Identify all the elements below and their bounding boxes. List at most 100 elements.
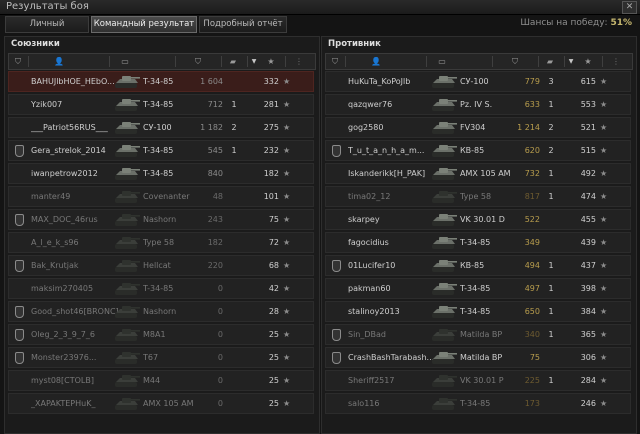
xp-value: 340: [524, 330, 540, 339]
star-icon: ★: [283, 376, 291, 385]
player-row[interactable]: fagocidius T-34-85 349 439 ★: [325, 232, 631, 253]
xp-value: 712: [207, 100, 223, 109]
player-row[interactable]: salo116 T-34-85 173 246 ★: [325, 393, 631, 414]
player-column-icon[interactable]: 👤: [29, 55, 89, 68]
platoon-badge-icon: [15, 352, 24, 364]
star-icon: ★: [600, 284, 608, 293]
player-row[interactable]: T_u_t_a_n_h_a_m... КВ-85 620 2 515 ★: [325, 140, 631, 161]
xp-value: 494: [524, 261, 540, 270]
player-column-icon[interactable]: 👤: [346, 55, 406, 68]
tank-icon: [113, 234, 141, 251]
player-row[interactable]: Iskanderikk[H_PAK] AMX 105 AM 732 1 492 ★: [325, 163, 631, 184]
kills-value: 2: [548, 123, 554, 132]
platoon-badge-icon: [15, 145, 24, 157]
score-value: 332: [263, 77, 279, 86]
score-value: 28: [268, 307, 279, 316]
xp-column-icon[interactable]: ⛉: [177, 55, 219, 68]
star-icon: ★: [600, 100, 608, 109]
tank-icon: [430, 395, 458, 412]
player-row[interactable]: MAX_DOC_46rus Nashorn 243 75 ★: [8, 209, 314, 230]
xp-value: 0: [217, 330, 223, 339]
player-row[interactable]: BAHUJlbHOE_HEbO... T-34-85 1 604 332 ★: [8, 71, 314, 92]
kills-value: 1: [548, 192, 554, 201]
tank-icon: [113, 211, 141, 228]
tank-icon: [430, 188, 458, 205]
sort-arrow-icon[interactable]: ▼: [247, 55, 261, 68]
vehicle-column-icon[interactable]: ▭: [427, 55, 457, 68]
player-row[interactable]: gog2580 FV304 1 214 2 521 ★: [325, 117, 631, 138]
scroll-column-icon[interactable]: ⋮: [289, 55, 309, 68]
player-row[interactable]: A_l_e_k_s96 Type 58 182 72 ★: [8, 232, 314, 253]
player-row[interactable]: myst08[CTOLB] M44 0 25 ★: [8, 370, 314, 391]
player-row[interactable]: CrashBashTarabash... Matilda BP 75 306 ★: [325, 347, 631, 368]
star-icon: ★: [283, 261, 291, 270]
player-row[interactable]: Monster23976... T67 0 25 ★: [8, 347, 314, 368]
player-row[interactable]: _XAPAKTEPHuK_ AMX 105 AM 0 25 ★: [8, 393, 314, 414]
player-row[interactable]: pakman60 T-34-85 497 1 398 ★: [325, 278, 631, 299]
star-icon: ★: [283, 330, 291, 339]
player-row[interactable]: iwanpetrow2012 T-34-85 840 182 ★: [8, 163, 314, 184]
score-value: 25: [268, 330, 279, 339]
player-row[interactable]: stalinoy2013 T-34-85 650 1 384 ★: [325, 301, 631, 322]
player-row[interactable]: maksim270405 T-34-85 0 42 ★: [8, 278, 314, 299]
xp-value: 0: [217, 307, 223, 316]
player-row[interactable]: ___Patriot56RUS___ СУ-100 1 182 2 275 ★: [8, 117, 314, 138]
player-row[interactable]: skarpey VK 30.01 D 522 455 ★: [325, 209, 631, 230]
star-icon: ★: [283, 192, 291, 201]
star-icon[interactable]: ★: [261, 55, 281, 68]
player-row[interactable]: Bak_Krutjak Hellcat 220 68 ★: [8, 255, 314, 276]
star-icon: ★: [600, 146, 608, 155]
tab-team-result[interactable]: Командный результат: [91, 16, 197, 33]
player-row[interactable]: manter49 Covenanter 48 101 ★: [8, 186, 314, 207]
player-row[interactable]: Oleg_2_3_9_7_6 M8A1 0 25 ★: [8, 324, 314, 345]
star-icon: ★: [600, 307, 608, 316]
score-value: 365: [580, 330, 596, 339]
kills-value: 1: [231, 100, 237, 109]
player-row[interactable]: Sin_DBad Matilda BP 340 1 365 ★: [325, 324, 631, 345]
scroll-column-icon[interactable]: ⋮: [606, 55, 626, 68]
star-icon: ★: [283, 284, 291, 293]
score-value: 281: [263, 100, 279, 109]
player-row[interactable]: Good_shot46[BRONC] Nashorn 0 28 ★: [8, 301, 314, 322]
star-icon: ★: [283, 123, 291, 132]
star-icon: ★: [283, 169, 291, 178]
xp-column-icon[interactable]: ⛉: [494, 55, 536, 68]
player-row[interactable]: tima02_12 Type 58 817 1 474 ★: [325, 186, 631, 207]
player-row[interactable]: Gera_strelok_2014 T-34-85 545 1 232 ★: [8, 140, 314, 161]
tank-icon: [430, 165, 458, 182]
score-value: 275: [263, 123, 279, 132]
xp-value: 817: [524, 192, 540, 201]
vehicle-column-icon[interactable]: ▭: [110, 55, 140, 68]
player-row[interactable]: 01Lucifer10 КВ-85 494 1 437 ★: [325, 255, 631, 276]
score-value: 75: [268, 215, 279, 224]
player-row[interactable]: HuKuTa_KoPoJlb СУ-100 779 3 615 ★: [325, 71, 631, 92]
tank-icon: [113, 349, 141, 366]
platoon-column-icon[interactable]: ⛉: [11, 55, 25, 68]
window-titlebar: Результаты боя ✕: [0, 0, 640, 15]
star-icon: ★: [600, 77, 608, 86]
platoon-badge-icon: [332, 145, 341, 157]
kills-value: 1: [548, 100, 554, 109]
tank-icon: [113, 303, 141, 320]
star-icon[interactable]: ★: [578, 55, 598, 68]
allies-title: Союзники: [11, 39, 60, 49]
win-chance: Шансы на победу: 51%: [520, 18, 632, 28]
tab-detailed-report[interactable]: Подробный отчёт: [199, 16, 287, 33]
star-icon: ★: [600, 123, 608, 132]
tank-kills-column-icon[interactable]: ▰: [221, 55, 245, 68]
close-icon[interactable]: ✕: [622, 1, 637, 14]
tab-personal-result[interactable]: Личный результат: [5, 16, 89, 44]
xp-value: 349: [524, 238, 540, 247]
tank-icon: [430, 257, 458, 274]
platoon-badge-icon: [15, 214, 24, 226]
platoon-column-icon[interactable]: ⛉: [328, 55, 342, 68]
xp-value: 522: [524, 215, 540, 224]
player-row[interactable]: Sheriff2517 VK 30.01 P 225 1 284 ★: [325, 370, 631, 391]
player-row[interactable]: qazqwer76 Pz. IV S. 633 1 553 ★: [325, 94, 631, 115]
sort-arrow-icon[interactable]: ▼: [564, 55, 578, 68]
tank-icon: [430, 73, 458, 90]
tank-kills-column-icon[interactable]: ▰: [538, 55, 562, 68]
kills-value: 1: [231, 146, 237, 155]
xp-value: 75: [529, 353, 540, 362]
player-row[interactable]: Yzik007 T-34-85 712 1 281 ★: [8, 94, 314, 115]
